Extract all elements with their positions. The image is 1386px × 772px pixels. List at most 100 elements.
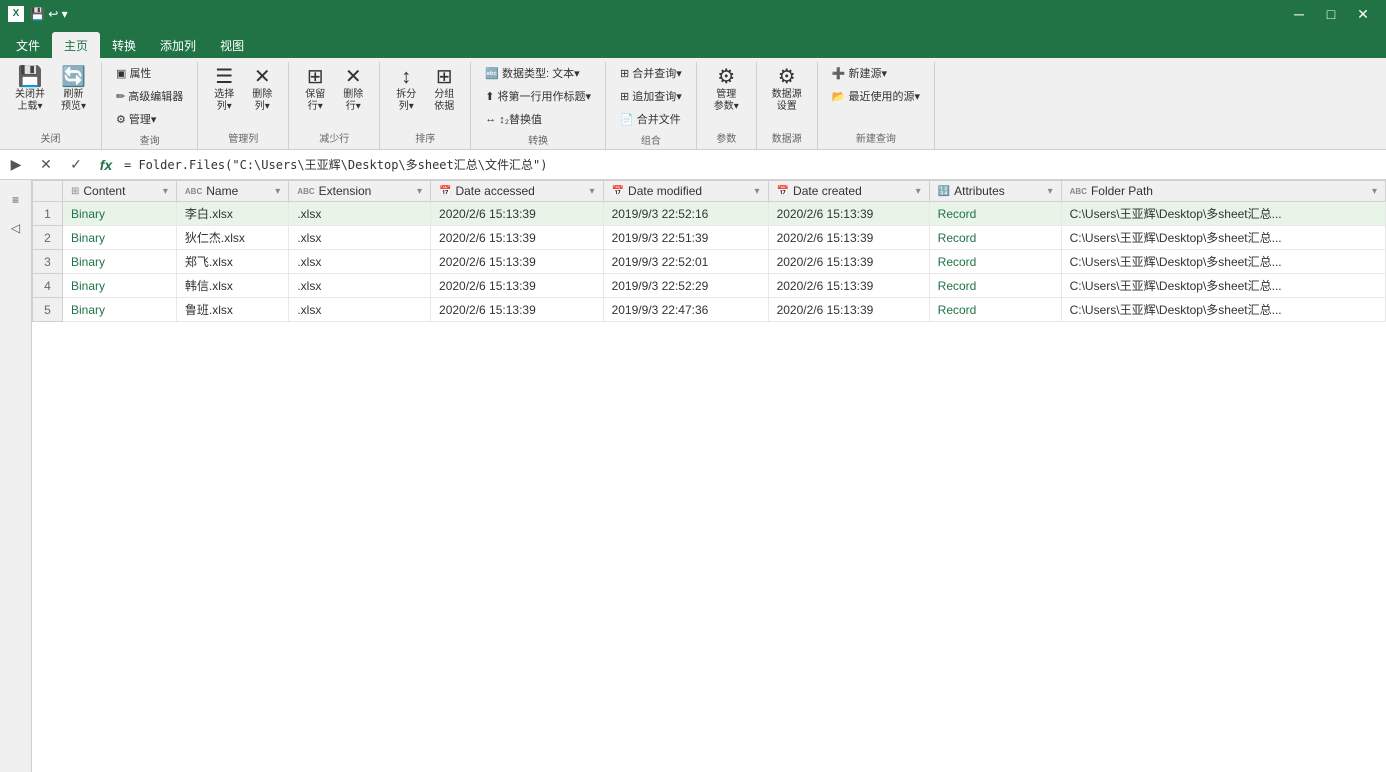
group-by-button[interactable]: ⊞ 分组依据 <box>426 62 462 118</box>
ribbon-group-close: 💾 关闭并上载▾ 🔄 刷新预览▾ 关闭 <box>0 62 102 149</box>
recent-sources-button[interactable]: 📂 最近使用的源▾ <box>826 85 926 107</box>
keep-rows-icon: ⊞ <box>307 67 324 87</box>
formula-bar: ▶ ✕ ✓ fx <box>0 150 1386 180</box>
cell-folder-path: C:\Users\王亚辉\Desktop\多sheet汇总... <box>1061 226 1385 250</box>
table-row[interactable]: 3 Binary 郑飞.xlsx .xlsx 2020/2/6 15:13:39… <box>33 250 1386 274</box>
group-label-sort: 排序 <box>388 128 462 149</box>
cell-content[interactable]: Binary <box>63 202 177 226</box>
keep-rows-button[interactable]: ⊞ 保留行▾ <box>297 62 333 118</box>
cell-date-created: 2020/2/6 15:13:39 <box>768 250 929 274</box>
first-row-header-button[interactable]: ⬆ 将第一行用作标题▾ <box>479 85 597 107</box>
table-row[interactable]: 5 Binary 鲁班.xlsx .xlsx 2020/2/6 15:13:39… <box>33 298 1386 322</box>
table-row[interactable]: 1 Binary 李白.xlsx .xlsx 2020/2/6 15:13:39… <box>33 202 1386 226</box>
tab-add-column[interactable]: 添加列 <box>148 32 208 58</box>
close-load-icon: 💾 <box>18 67 43 87</box>
confirm-formula-button[interactable]: ✓ <box>64 153 88 177</box>
cell-date-modified: 2019/9/3 22:52:01 <box>603 250 768 274</box>
cell-extension: .xlsx <box>289 226 431 250</box>
append-queries-button[interactable]: ⊞ 追加查询▾ <box>614 85 688 107</box>
side-btn-1[interactable]: ≡ <box>4 188 28 212</box>
table-row[interactable]: 4 Binary 韩信.xlsx .xlsx 2020/2/6 15:13:39… <box>33 274 1386 298</box>
properties-button[interactable]: ▣ 属性 <box>110 62 189 84</box>
cell-date-accessed: 2020/2/6 15:13:39 <box>431 274 604 298</box>
merge-icon: ⊞ <box>620 67 629 80</box>
cell-content[interactable]: Binary <box>63 274 177 298</box>
first-row-icon: ⬆ <box>485 90 494 103</box>
close-button[interactable]: ✕ <box>1348 4 1378 24</box>
col-content[interactable]: ⊞ Content ▾ <box>63 181 177 202</box>
cancel-formula-button[interactable]: ✕ <box>34 153 58 177</box>
ribbon-group-datasource: ⚙ 数据源设置 数据源 <box>757 62 818 149</box>
cell-folder-path: C:\Users\王亚辉\Desktop\多sheet汇总... <box>1061 298 1385 322</box>
cell-name: 鲁班.xlsx <box>176 298 288 322</box>
col-attributes[interactable]: 🔢 Attributes ▾ <box>929 181 1061 202</box>
ribbon-group-sort: ↕ 拆分列▾ ⊞ 分组依据 排序 <box>380 62 471 149</box>
select-columns-button[interactable]: ☰ 选择列▾ <box>206 62 242 118</box>
ribbon-group-params: ⚙ 管理参数▾ 参数 <box>697 62 757 149</box>
manage-params-button[interactable]: ⚙ 管理参数▾ <box>707 62 746 118</box>
refresh-icon: 🔄 <box>61 67 86 87</box>
cell-date-created: 2020/2/6 15:13:39 <box>768 202 929 226</box>
cell-date-accessed: 2020/2/6 15:13:39 <box>431 250 604 274</box>
tab-transform[interactable]: 转换 <box>100 32 148 58</box>
cell-attributes[interactable]: Record <box>929 298 1061 322</box>
cell-attributes[interactable]: Record <box>929 202 1061 226</box>
col-date-modified[interactable]: 📅 Date modified ▾ <box>603 181 768 202</box>
data-area[interactable]: ⊞ Content ▾ ABC Name ▾ <box>32 180 1386 772</box>
group-label-datasource: 数据源 <box>765 128 809 149</box>
table-row[interactable]: 2 Binary 狄仁杰.xlsx .xlsx 2020/2/6 15:13:3… <box>33 226 1386 250</box>
col-date-accessed[interactable]: 📅 Date accessed ▾ <box>431 181 604 202</box>
group-label-transform: 转换 <box>479 130 597 151</box>
ribbon: 💾 关闭并上载▾ 🔄 刷新预览▾ 关闭 ▣ 属性 ✏ 高级编辑器 <box>0 58 1386 150</box>
tab-view[interactable]: 视图 <box>208 32 256 58</box>
col-name[interactable]: ABC Name ▾ <box>176 181 288 202</box>
title-bar: X 💾 ↩ ▾ ─ □ ✕ <box>0 0 1386 28</box>
group-label-params: 参数 <box>705 128 748 149</box>
cell-attributes[interactable]: Record <box>929 274 1061 298</box>
group-label-query: 查询 <box>110 130 189 151</box>
cell-content[interactable]: Binary <box>63 226 177 250</box>
row-number: 5 <box>33 298 63 322</box>
datasource-icon: ⚙ <box>778 67 796 87</box>
maximize-button[interactable]: □ <box>1316 4 1346 24</box>
cell-attributes[interactable]: Record <box>929 250 1061 274</box>
col-extension[interactable]: ABC Extension ▾ <box>289 181 431 202</box>
remove-rows-button[interactable]: ✕ 删除行▾ <box>335 62 371 118</box>
cell-name: 郑飞.xlsx <box>176 250 288 274</box>
cell-date-created: 2020/2/6 15:13:39 <box>768 298 929 322</box>
corner-header <box>33 181 63 202</box>
col-folder-path[interactable]: ABC Folder Path ▾ <box>1061 181 1385 202</box>
cell-folder-path: C:\Users\王亚辉\Desktop\多sheet汇总... <box>1061 202 1385 226</box>
formula-input[interactable] <box>124 154 1382 176</box>
minimize-button[interactable]: ─ <box>1284 4 1314 24</box>
cell-content[interactable]: Binary <box>63 298 177 322</box>
data-type-icon: 🔤 <box>485 67 499 80</box>
advanced-editor-button[interactable]: ✏ 高级编辑器 <box>110 85 189 107</box>
manage-button[interactable]: ⚙ 管理▾ <box>110 108 189 130</box>
new-source-button[interactable]: ➕ 新建源▾ <box>826 62 926 84</box>
new-source-icon: ➕ <box>832 67 846 80</box>
col-date-created[interactable]: 📅 Date created ▾ <box>768 181 929 202</box>
replace-values-button[interactable]: ↔ ↕₂替换值 <box>479 108 597 130</box>
title-bar-buttons: ─ □ ✕ <box>1284 4 1378 24</box>
data-type-button[interactable]: 🔤 数据类型: 文本▾ <box>479 62 597 84</box>
group-label-reduce-rows: 减少行 <box>297 128 371 149</box>
remove-columns-button[interactable]: ✕ 删除列▾ <box>244 62 280 118</box>
side-btn-2[interactable]: ◁ <box>4 216 28 240</box>
tab-home[interactable]: 主页 <box>52 32 100 58</box>
datasource-settings-button[interactable]: ⚙ 数据源设置 <box>765 62 809 118</box>
merge-queries-button[interactable]: ⊞ 合并查询▾ <box>614 62 688 84</box>
nav-back-button[interactable]: ▶ <box>4 153 28 177</box>
merge-files-button[interactable]: 📄 合并文件 <box>614 108 688 130</box>
split-column-button[interactable]: ↕ 拆分列▾ <box>388 62 424 118</box>
cell-content[interactable]: Binary <box>63 250 177 274</box>
cell-extension: .xlsx <box>289 202 431 226</box>
group-by-icon: ⊞ <box>436 67 453 87</box>
cell-attributes[interactable]: Record <box>929 226 1061 250</box>
close-load-button[interactable]: 💾 关闭并上载▾ <box>8 62 52 118</box>
cell-date-created: 2020/2/6 15:13:39 <box>768 274 929 298</box>
ribbon-group-query: ▣ 属性 ✏ 高级编辑器 ⚙ 管理▾ 查询 <box>102 62 198 149</box>
refresh-preview-button[interactable]: 🔄 刷新预览▾ <box>54 62 93 118</box>
fx-button[interactable]: fx <box>94 153 118 177</box>
tab-file[interactable]: 文件 <box>4 32 52 58</box>
